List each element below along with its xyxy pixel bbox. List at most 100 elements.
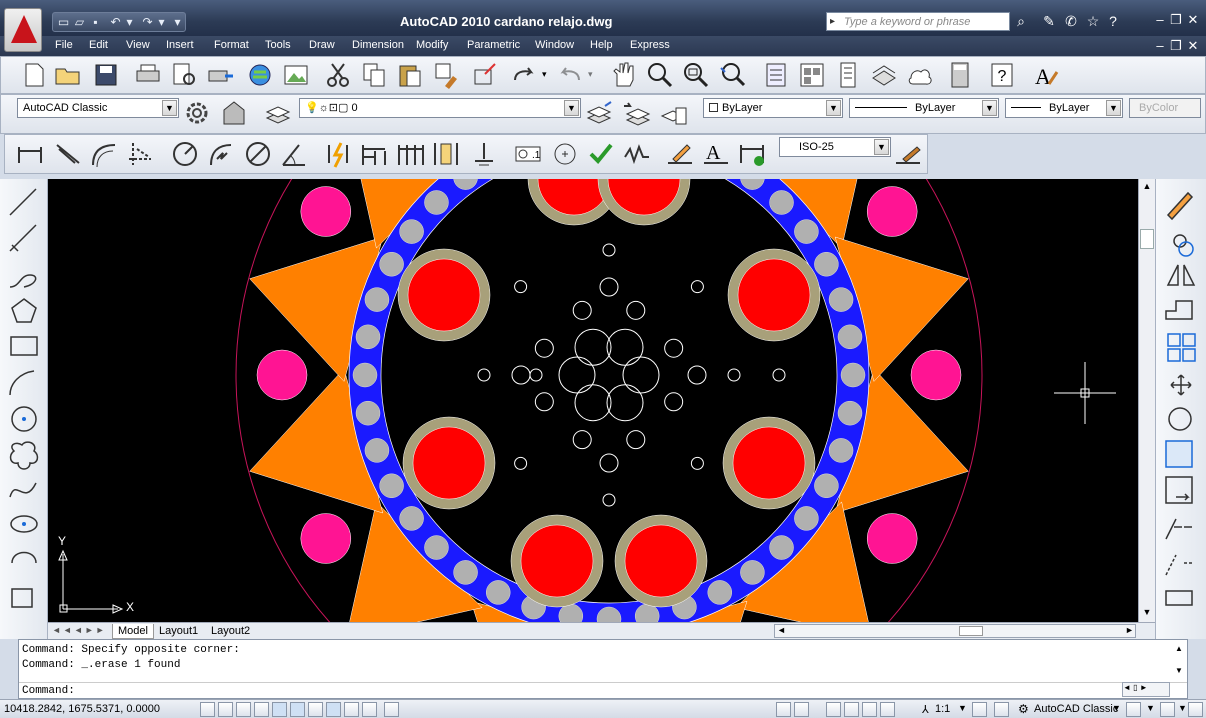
tab-layout2[interactable]: Layout2 [206, 624, 255, 639]
save-icon[interactable]: ▪ [89, 16, 102, 29]
menu-dimension[interactable]: Dimension [352, 39, 404, 51]
minimize-doc-button[interactable]: – [1152, 38, 1168, 54]
toolbar-lock-icon[interactable] [1126, 702, 1141, 717]
object-snap-icon[interactable] [272, 702, 287, 717]
rotate-icon[interactable] [1168, 407, 1192, 431]
scroll-left-icon[interactable]: ◄ [777, 625, 786, 635]
redo-icon[interactable]: ↷ [141, 16, 154, 29]
mirror-icon[interactable] [1166, 264, 1196, 286]
zoom-realtime-icon[interactable] [645, 60, 675, 90]
scroll-right-icon[interactable]: ► [1125, 625, 1134, 635]
design-center-icon[interactable] [797, 60, 827, 90]
undo-dropdown-icon[interactable]: ▾ [588, 69, 593, 80]
restore-app-button[interactable]: ❐ [1168, 12, 1184, 28]
redo-dropdown-icon[interactable]: ▾ [542, 69, 547, 80]
tab-model[interactable]: Model [112, 624, 154, 639]
chevron-down-icon[interactable]: ▼ [564, 100, 579, 116]
move-icon[interactable] [1170, 374, 1192, 396]
quick-view-layouts-icon[interactable] [794, 702, 809, 717]
sheet-set-manager-icon[interactable] [869, 60, 899, 90]
layer-states-icon[interactable] [659, 98, 689, 128]
polyline-icon[interactable] [9, 274, 37, 288]
copy-icon[interactable] [359, 60, 389, 90]
menu-view[interactable]: View [126, 39, 150, 51]
paste-icon[interactable] [395, 60, 425, 90]
chevron-down-icon[interactable]: ▼ [958, 703, 967, 713]
new-file-icon[interactable]: ▭ [57, 16, 70, 29]
arc-length-icon[interactable] [89, 139, 119, 169]
steering-wheel-icon[interactable] [862, 702, 877, 717]
dimension-style-icon[interactable] [893, 139, 923, 169]
workspace-switching-icon[interactable]: ⚙ [1018, 702, 1029, 716]
dimension-space-icon[interactable] [431, 139, 461, 169]
aligned-dimension-icon[interactable] [53, 139, 83, 169]
menu-file[interactable]: File [55, 39, 73, 51]
layer-previous-icon[interactable] [621, 98, 651, 128]
open-file-icon[interactable]: ▱ [73, 16, 86, 29]
erase-icon[interactable] [1166, 191, 1194, 221]
hscroll-thumb[interactable] [959, 626, 983, 636]
help-icon[interactable]: ? [987, 60, 1017, 90]
redo-dropdown-icon[interactable]: ▾ [155, 16, 168, 29]
show-lineweight-icon[interactable] [344, 702, 359, 717]
menu-express[interactable]: Express [630, 39, 670, 51]
color-control-select[interactable]: ByLayer ▼ [703, 98, 843, 118]
search-input[interactable]: ▸ Type a keyword or phrase [826, 12, 1010, 31]
plot-icon[interactable] [133, 60, 163, 90]
qnew-icon[interactable] [19, 60, 49, 90]
chevron-down-icon[interactable]: ▼ [162, 100, 177, 116]
chevron-down-icon[interactable]: ▼ [982, 100, 997, 116]
grid-display-icon[interactable] [218, 702, 233, 717]
ordinate-dimension-icon[interactable] [125, 139, 155, 169]
command-window[interactable]: Command: Specify opposite corner: Comman… [18, 639, 1188, 699]
subscription-center-icon[interactable]: ✆ [1062, 12, 1080, 30]
scale-icon[interactable] [1165, 440, 1193, 468]
layer-properties-icon[interactable] [263, 98, 293, 128]
menu-tools[interactable]: Tools [265, 39, 291, 51]
line-icon[interactable] [9, 188, 37, 216]
drawing-canvas[interactable]: X Y [48, 179, 1138, 622]
polar-tracking-icon[interactable] [254, 702, 269, 717]
close-app-button[interactable]: ✕ [1185, 12, 1201, 28]
insert-block-icon[interactable] [11, 588, 33, 608]
spline-icon[interactable] [9, 482, 37, 498]
dimension-update-icon[interactable] [737, 139, 767, 169]
pan-realtime-icon[interactable] [607, 60, 637, 90]
object-snap-tracking-icon[interactable] [290, 702, 305, 717]
ellipse-arc-icon[interactable] [11, 551, 37, 564]
quick-dimension-icon[interactable] [323, 139, 353, 169]
zoom-window-icon[interactable] [681, 60, 711, 90]
match-properties-icon[interactable] [431, 60, 461, 90]
help-icon[interactable]: ? [1104, 12, 1122, 30]
polygon-icon[interactable] [11, 298, 37, 323]
publish-web-icon[interactable] [245, 60, 275, 90]
scroll-down-icon[interactable]: ▼ [1141, 607, 1153, 620]
showmotion-icon[interactable] [880, 702, 895, 717]
search-expand-icon[interactable]: ▸ [830, 16, 835, 27]
angular-dimension-icon[interactable] [279, 139, 309, 169]
quick-properties-icon[interactable] [362, 702, 377, 717]
minimize-app-button[interactable]: – [1152, 12, 1168, 28]
annotation-scale-icon[interactable]: ⅄ [922, 703, 929, 716]
zoom-status-icon[interactable] [844, 702, 859, 717]
diameter-dimension-icon[interactable] [243, 139, 273, 169]
scroll-thumb[interactable] [1140, 229, 1154, 249]
dimension-edit-icon[interactable] [665, 139, 695, 169]
jogged-linear-icon[interactable] [622, 139, 652, 169]
stretch-icon[interactable] [1165, 476, 1193, 504]
clean-screen-icon[interactable] [1188, 702, 1203, 717]
layer-select[interactable]: 💡☼⊡▢ 0 ▼ [299, 98, 581, 118]
undo-icon[interactable] [555, 60, 585, 90]
allow-disallow-ucs-icon[interactable] [308, 702, 323, 717]
cut-icon[interactable] [323, 60, 353, 90]
construction-line-icon[interactable] [9, 224, 37, 252]
arc-icon[interactable] [9, 370, 35, 396]
tab-navigation-arrows-icon[interactable]: ◄◄◄►► [52, 625, 107, 635]
properties-icon[interactable] [761, 60, 791, 90]
auto-scale-icon[interactable] [994, 702, 1009, 717]
tolerance-icon[interactable]: .1 [513, 139, 543, 169]
undo-icon[interactable]: ↶ [109, 16, 122, 29]
block-editor-icon[interactable] [469, 60, 499, 90]
close-doc-button[interactable]: ✕ [1185, 38, 1201, 54]
menu-format[interactable]: Format [214, 39, 249, 51]
